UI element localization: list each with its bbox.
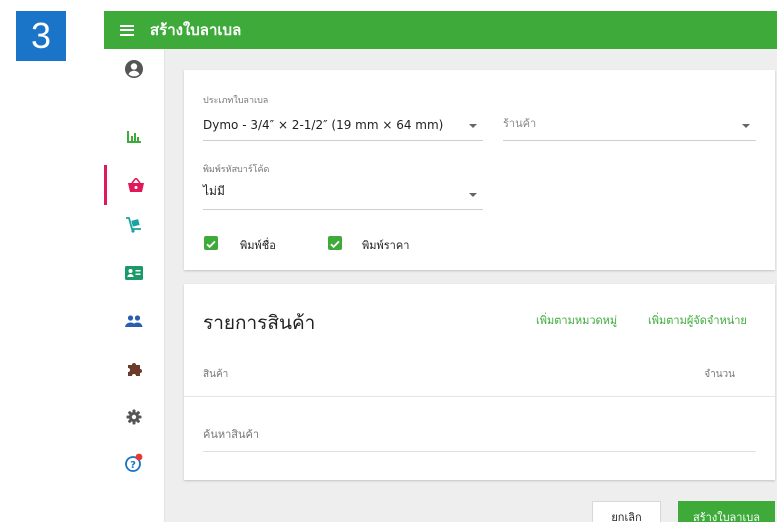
search-underline bbox=[203, 451, 756, 452]
cancel-button[interactable]: ยกเลิก bbox=[592, 501, 661, 522]
users-icon bbox=[125, 315, 143, 327]
sidebar-item-users[interactable] bbox=[104, 301, 164, 341]
store-placeholder: ร้านค้า bbox=[503, 117, 537, 130]
print-price-checkbox[interactable] bbox=[328, 236, 342, 250]
account-icon bbox=[125, 60, 143, 78]
label-type-label: ประเภทใบลาเบล bbox=[203, 96, 269, 106]
sidebar-item-addons[interactable] bbox=[104, 349, 164, 389]
sidebar-item-delivery[interactable] bbox=[104, 205, 164, 245]
print-name-label: พิมพ์ชื่อ bbox=[240, 239, 276, 252]
main-content: ประเภทใบลาเบล Dymo - 3/4″ × 2-1/2″ (19 m… bbox=[165, 49, 777, 522]
column-header-product: สินค้า bbox=[203, 369, 229, 380]
sidebar-item-contacts[interactable] bbox=[104, 253, 164, 293]
sidebar-item-shop[interactable] bbox=[104, 165, 164, 205]
app-window: สร้างใบลาเบล ? ประเภทใบลาเบล Dymo - 3/4″… bbox=[104, 11, 777, 522]
sidebar-item-account[interactable] bbox=[104, 49, 164, 89]
label-settings-card: ประเภทใบลาเบล Dymo - 3/4″ × 2-1/2″ (19 m… bbox=[184, 70, 775, 270]
chevron-down-icon bbox=[742, 124, 750, 128]
sidebar: ? bbox=[104, 49, 165, 522]
shop-icon bbox=[127, 178, 144, 192]
label-type-select[interactable]: Dymo - 3/4″ × 2-1/2″ (19 mm × 64 mm) bbox=[203, 106, 483, 141]
puzzle-icon bbox=[128, 363, 142, 376]
sidebar-item-reports[interactable] bbox=[104, 117, 164, 157]
menu-icon[interactable] bbox=[120, 24, 134, 36]
delivery-icon bbox=[126, 217, 141, 233]
column-header-quantity: จำนวน bbox=[704, 369, 735, 380]
contact-card-icon bbox=[125, 266, 143, 280]
header-divider bbox=[184, 396, 775, 397]
chevron-down-icon bbox=[469, 193, 477, 197]
print-name-checkbox[interactable] bbox=[204, 236, 218, 250]
svg-text:?: ? bbox=[130, 460, 136, 471]
step-badge: 3 bbox=[16, 11, 66, 61]
create-label-button[interactable]: สร้างใบลาเบล bbox=[678, 501, 775, 522]
check-icon bbox=[206, 240, 216, 249]
label-type-value: Dymo - 3/4″ × 2-1/2″ (19 mm × 64 mm) bbox=[203, 118, 444, 132]
check-icon bbox=[330, 240, 340, 249]
sidebar-item-settings[interactable] bbox=[104, 397, 164, 437]
product-list-card: รายการสินค้า เพิ่มตามหมวดหมู่ เพิ่มตามผู… bbox=[184, 284, 775, 480]
chevron-down-icon bbox=[469, 124, 477, 128]
barcode-label: พิมพ์รหัสบาร์โค้ด bbox=[203, 165, 270, 175]
page-title: สร้างใบลาเบล bbox=[150, 21, 242, 39]
store-select[interactable]: ร้านค้า bbox=[503, 106, 756, 141]
print-price-label: พิมพ์ราคา bbox=[362, 239, 410, 252]
settings-icon bbox=[126, 409, 142, 425]
add-by-supplier-link[interactable]: เพิ่มตามผู้จัดจำหน่าย bbox=[648, 311, 747, 329]
barcode-value: ไม่มี bbox=[203, 184, 225, 198]
product-list-title: รายการสินค้า bbox=[203, 312, 316, 334]
barcode-select[interactable]: ไม่มี bbox=[203, 175, 483, 210]
help-icon: ? bbox=[125, 453, 143, 472]
add-by-category-link[interactable]: เพิ่มตามหมวดหมู่ bbox=[536, 311, 617, 329]
product-search-input[interactable]: ค้นหาสินค้า bbox=[203, 425, 259, 443]
top-app-bar: สร้างใบลาเบล bbox=[104, 11, 777, 49]
sidebar-item-help[interactable]: ? bbox=[104, 443, 164, 483]
reports-icon bbox=[127, 131, 141, 143]
